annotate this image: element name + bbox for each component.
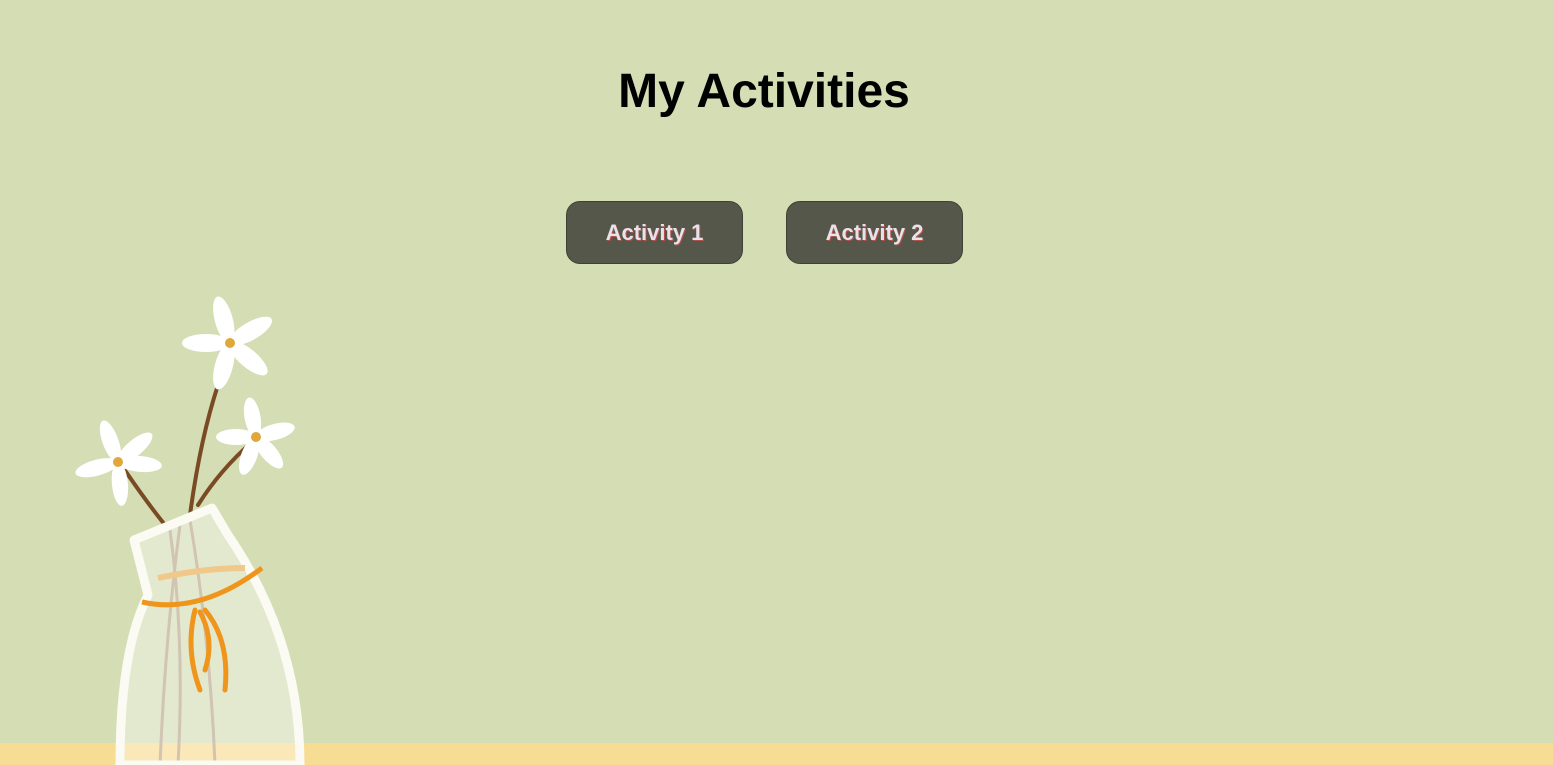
page-title: My Activities (618, 65, 910, 118)
activity-1-button[interactable]: Activity 1 (566, 201, 743, 264)
activity-2-button[interactable]: Activity 2 (786, 201, 963, 264)
